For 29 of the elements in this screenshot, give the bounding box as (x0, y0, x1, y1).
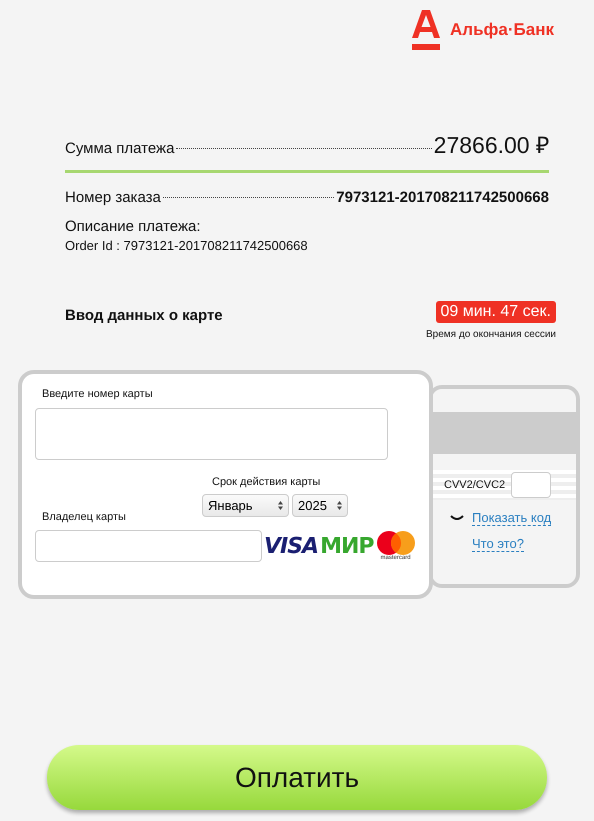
amount-label: Сумма платежа (65, 140, 174, 157)
order-label: Номер заказа (65, 189, 161, 206)
mir-logo: МИР (320, 534, 374, 558)
show-code-link[interactable]: Показать код (472, 510, 552, 526)
order-number: 7973121-201708211742500668 (336, 189, 549, 206)
year-select[interactable]: 2025 (292, 494, 348, 517)
card-holder-field[interactable] (35, 530, 262, 562)
timer-caption: Время до окончания сессии (426, 329, 556, 340)
month-select[interactable]: Январь (202, 494, 289, 517)
cvv-field[interactable] (511, 472, 552, 498)
card-holder-label: Владелец карты (42, 511, 127, 523)
description-label: Описание платежа: (65, 218, 202, 235)
amount-value: 27866.00 ₽ (434, 131, 549, 160)
closed-eye-icon (450, 515, 464, 521)
caret-icon (337, 501, 342, 510)
section-title: Ввод данных о карте (65, 307, 223, 324)
card-number-field[interactable] (35, 408, 388, 460)
expiry-label: Срок действия карты (212, 476, 322, 488)
bank-logo-icon (412, 10, 440, 50)
mastercard-logo-icon (376, 531, 416, 555)
pay-button[interactable]: Оплатить (47, 745, 547, 810)
description-text: Order Id : 7973121-201708211742500668 (65, 238, 309, 253)
bank-logo: Альфа·Банк (450, 20, 554, 40)
session-timer: 09 мин. 47 сек. (436, 301, 556, 323)
what-is-it-link[interactable]: Что это? (472, 536, 524, 552)
cvv-label: CVV2/CVC2 (444, 479, 506, 491)
visa-logo: VISA (264, 534, 318, 558)
caret-icon (278, 501, 283, 510)
card-number-label: Введите номер карты (42, 388, 154, 400)
